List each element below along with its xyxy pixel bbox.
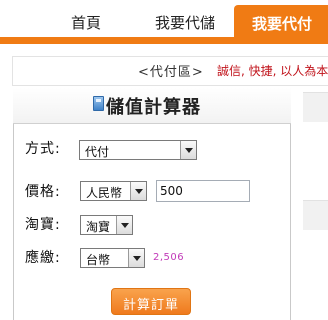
price-label: 價格: <box>25 184 61 200</box>
payable-result: 2,506 <box>153 252 185 263</box>
currency-select-value: 人民幣 <box>86 186 123 200</box>
method-select[interactable]: 代付 <box>79 140 197 160</box>
tab-top-up[interactable]: 我要代儲 <box>155 12 215 33</box>
payable-currency-value: 台幣 <box>86 253 111 267</box>
side-panel-header <box>303 92 328 122</box>
amount-input[interactable]: 500 <box>156 180 250 202</box>
currency-select[interactable]: 人民幣 <box>80 181 147 201</box>
taobao-select[interactable]: 淘寶 <box>80 215 133 235</box>
payable-currency-select[interactable]: 台幣 <box>80 248 145 268</box>
taobao-label: 淘寶: <box>25 217 61 233</box>
taobao-select-value: 淘寶 <box>86 220 111 234</box>
chevron-down-icon <box>116 216 132 234</box>
payable-label: 應繳: <box>25 250 61 266</box>
tab-pay-for-me[interactable]: 我要代付 <box>234 5 328 39</box>
chevron-down-icon <box>180 141 196 159</box>
slogan-text: 誠信, 快捷, 以人為本 <box>217 64 328 78</box>
top-navigation: 首頁 我要代儲 我要代付 <box>0 0 328 44</box>
tab-home[interactable]: 首頁 <box>71 12 101 33</box>
calculator-title: 儲值計算器 <box>106 97 201 118</box>
section-label: <代付區> <box>138 65 204 80</box>
method-select-value: 代付 <box>85 145 110 159</box>
method-label: 方式: <box>25 141 61 157</box>
calculator-icon <box>93 96 104 111</box>
chevron-down-icon <box>128 249 144 267</box>
side-panel-block <box>303 200 328 230</box>
calculate-order-button[interactable]: 計算訂單 <box>111 288 191 315</box>
chevron-down-icon <box>130 182 146 200</box>
